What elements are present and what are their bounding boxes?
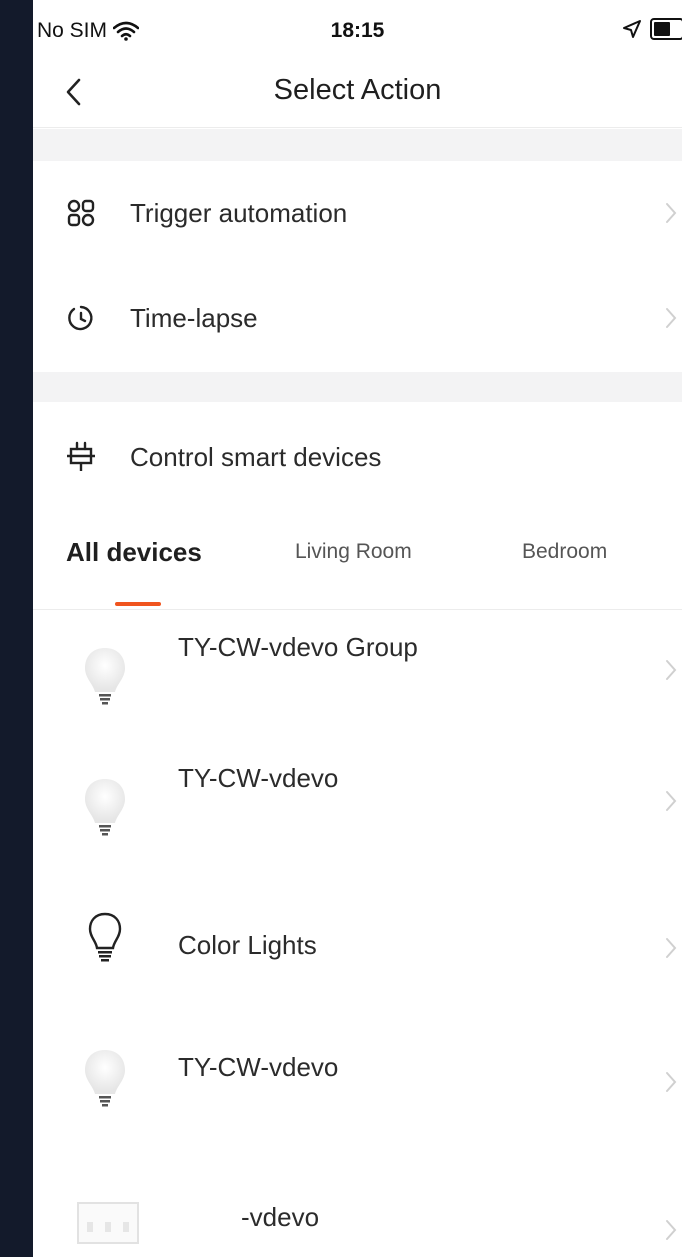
chevron-right-icon (666, 1220, 677, 1240)
chevron-right-icon (666, 791, 677, 811)
status-bar: No SIM 18:15 (33, 0, 682, 60)
location-arrow-icon (623, 20, 641, 38)
device-label: Color Lights (178, 930, 317, 960)
time-lapse-row[interactable]: Time-lapse (33, 266, 682, 370)
phone-screen: No SIM 18:15 Select Action Trigger autom… (33, 0, 682, 1257)
bulb-faded-icon (85, 648, 125, 705)
status-right (622, 18, 682, 40)
device-row[interactable]: -vdevo (33, 1160, 682, 1257)
device-row[interactable]: Color Lights (33, 880, 682, 1010)
switch-panel-icon (77, 1202, 139, 1244)
battery-icon (650, 18, 682, 40)
device-row[interactable]: TY-CW-vdevo Group (33, 612, 682, 742)
chevron-right-icon (666, 938, 677, 958)
status-time: 18:15 (330, 19, 385, 42)
device-label: -vdevo (241, 1202, 320, 1232)
control-smart-devices-label: Control smart devices (130, 441, 382, 472)
chevron-right-icon (666, 308, 677, 328)
trigger-automation-label: Trigger automation (130, 197, 348, 228)
navigation-bar: Select Action (33, 60, 682, 128)
chevron-right-icon (666, 1072, 677, 1092)
device-row[interactable]: TY-CW-vdevo (33, 743, 682, 873)
room-tabs: All devices Living Room Bedroom (33, 520, 682, 610)
device-label: TY-CW-vdevo Group (178, 632, 418, 662)
bulb-faded-icon (85, 1050, 125, 1107)
control-smart-devices-row: Control smart devices (33, 402, 682, 512)
section-divider (33, 372, 682, 402)
plug-icon (65, 441, 97, 473)
bulb-outline-icon (88, 912, 122, 962)
tab-bedroom[interactable]: Bedroom (522, 540, 607, 564)
device-row[interactable]: TY-CW-vdevo (33, 1014, 682, 1144)
time-lapse-label: Time-lapse (130, 302, 258, 333)
bulb-faded-icon (85, 779, 125, 836)
active-tab-indicator (115, 602, 161, 606)
chevron-right-icon (666, 660, 677, 680)
chevron-right-icon (666, 203, 677, 223)
section-divider (33, 129, 682, 161)
page-title: Select Action (273, 74, 442, 106)
device-label: TY-CW-vdevo (178, 1052, 339, 1082)
timer-icon (65, 302, 97, 334)
trigger-automation-row[interactable]: Trigger automation (33, 161, 682, 265)
tab-living-room[interactable]: Living Room (295, 540, 412, 564)
tab-all-devices[interactable]: All devices (66, 537, 202, 568)
automation-icon (65, 197, 97, 229)
device-label: TY-CW-vdevo (178, 763, 339, 793)
